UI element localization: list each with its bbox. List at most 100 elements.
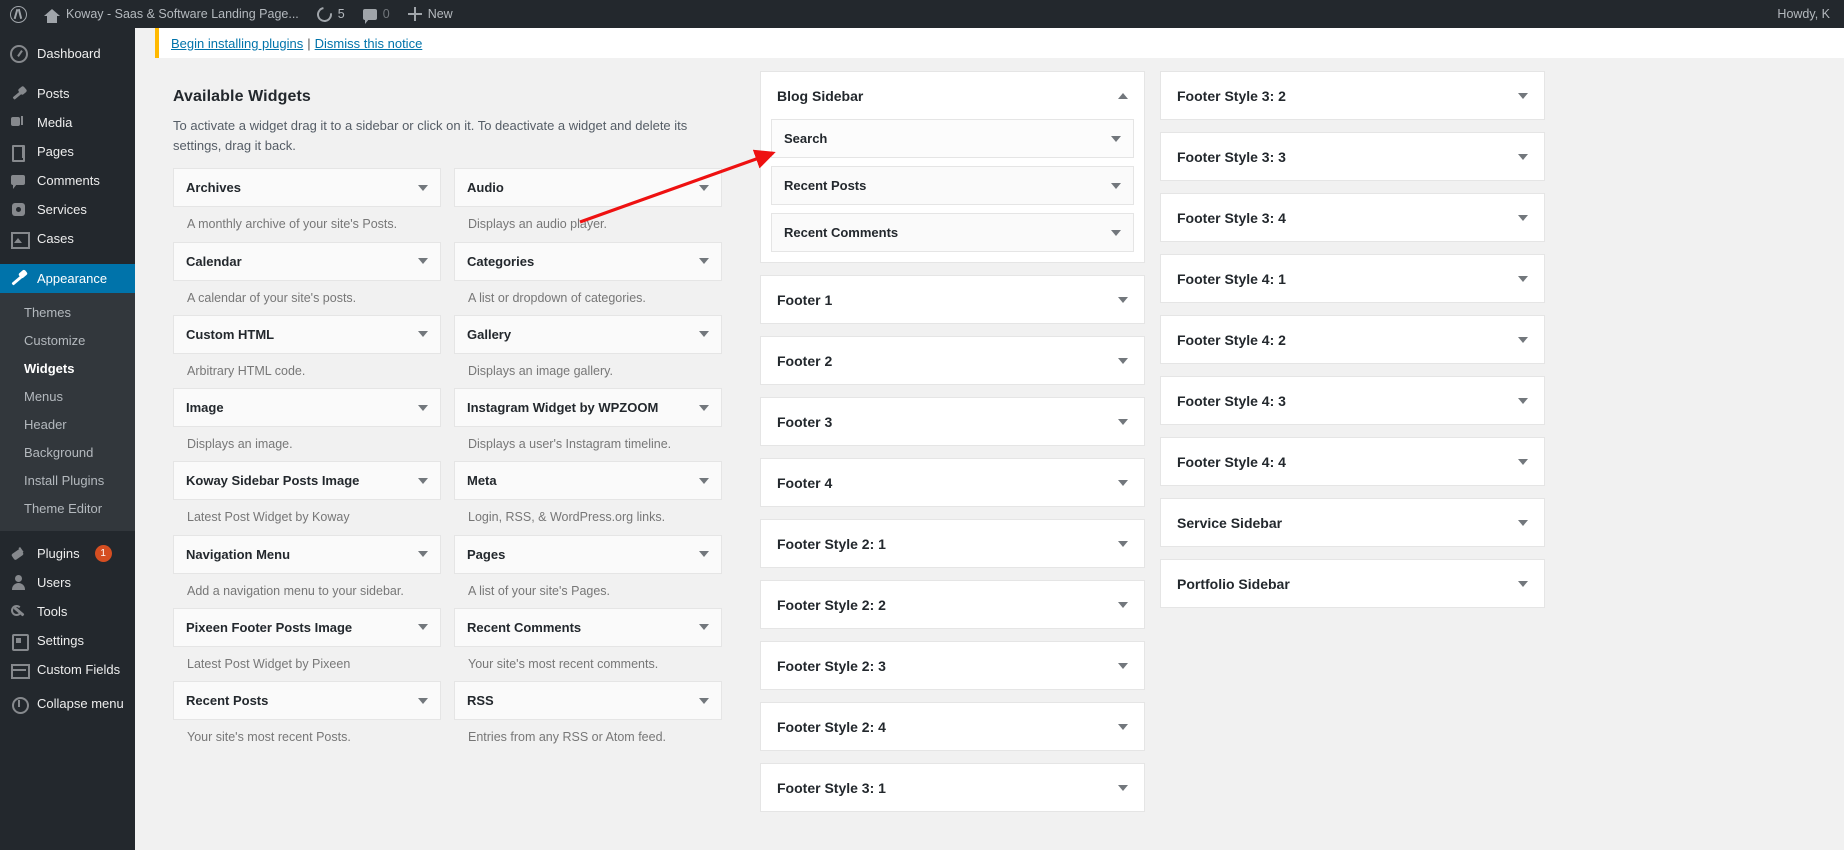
chevron-down-icon[interactable] [418, 404, 428, 411]
sidebar-panel-header[interactable]: Footer 3 [761, 398, 1144, 445]
widget-tile[interactable]: Recent Posts [173, 681, 441, 721]
chevron-down-icon[interactable] [1118, 784, 1128, 791]
widget-tile[interactable]: Pages [454, 534, 722, 574]
widget-tile[interactable]: Meta [454, 461, 722, 501]
sidebar-panel-header[interactable]: Portfolio Sidebar [1161, 560, 1544, 607]
chevron-down-icon[interactable] [1118, 601, 1128, 608]
widget-tile[interactable]: RSS [454, 681, 722, 721]
chevron-down-icon[interactable] [699, 184, 709, 191]
widget-tile[interactable]: Archives [173, 168, 441, 208]
chevron-down-icon[interactable] [1118, 479, 1128, 486]
updates-button[interactable]: 5 [308, 0, 354, 28]
comments-button[interactable]: 0 [354, 0, 399, 28]
widget-tile[interactable]: Custom HTML [173, 314, 441, 354]
chevron-down-icon[interactable] [1111, 135, 1121, 142]
sidebar-item-settings[interactable]: Settings [0, 626, 135, 655]
chevron-down-icon[interactable] [418, 697, 428, 704]
widget-tile[interactable]: Koway Sidebar Posts Image [173, 461, 441, 501]
sidebar-item-appearance[interactable]: Appearance [0, 264, 143, 293]
sidebar-item-tools[interactable]: Tools [0, 597, 135, 626]
chevron-down-icon[interactable] [699, 551, 709, 558]
sidebar-panel-header[interactable]: Footer Style 4: 2 [1161, 316, 1544, 363]
chevron-down-icon[interactable] [1518, 92, 1528, 99]
chevron-down-icon[interactable] [1518, 458, 1528, 465]
widget-tile[interactable]: Categories [454, 241, 722, 281]
wordpress-logo-button[interactable] [0, 0, 35, 28]
submenu-item-theme-editor[interactable]: Theme Editor [0, 495, 135, 523]
chevron-down-icon[interactable] [1111, 229, 1121, 236]
sidebar-item-services[interactable]: Services [0, 195, 135, 224]
chevron-down-icon[interactable] [1518, 153, 1528, 160]
assigned-widget[interactable]: Search [771, 119, 1134, 158]
submenu-item-widgets[interactable]: Widgets [0, 355, 135, 383]
submenu-item-background[interactable]: Background [0, 439, 135, 467]
sidebar-panel-header[interactable]: Footer Style 2: 2 [761, 581, 1144, 628]
assigned-widget[interactable]: Recent Posts [771, 166, 1134, 205]
chevron-down-icon[interactable] [1518, 397, 1528, 404]
sidebar-panel-header[interactable]: Footer Style 3: 2 [1161, 72, 1544, 119]
submenu-item-customize[interactable]: Customize [0, 327, 135, 355]
chevron-down-icon[interactable] [699, 624, 709, 631]
sidebar-item-dashboard[interactable]: Dashboard [0, 39, 135, 68]
submenu-item-install-plugins[interactable]: Install Plugins [0, 467, 135, 495]
sidebar-item-custom-fields[interactable]: Custom Fields [0, 655, 135, 684]
widget-tile[interactable]: Recent Comments [454, 607, 722, 647]
chevron-down-icon[interactable] [1118, 418, 1128, 425]
chevron-down-icon[interactable] [1118, 357, 1128, 364]
new-content-button[interactable]: New [399, 0, 462, 28]
sidebar-item-media[interactable]: Media [0, 108, 135, 137]
sidebar-item-users[interactable]: Users [0, 568, 135, 597]
chevron-down-icon[interactable] [1118, 540, 1128, 547]
assigned-widget[interactable]: Recent Comments [771, 213, 1134, 252]
widget-tile[interactable]: Calendar [173, 241, 441, 281]
sidebar-panel-header[interactable]: Blog Sidebar [761, 72, 1144, 119]
sidebar-panel-header[interactable]: Service Sidebar [1161, 499, 1544, 546]
sidebar-item-collapse-menu[interactable]: Collapse menu [0, 689, 135, 718]
sidebar-panel-header[interactable]: Footer Style 4: 3 [1161, 377, 1544, 424]
sidebar-item-plugins[interactable]: Plugins 1 [0, 539, 135, 568]
chevron-down-icon[interactable] [1518, 580, 1528, 587]
submenu-item-menus[interactable]: Menus [0, 383, 135, 411]
chevron-down-icon[interactable] [699, 331, 709, 338]
sidebar-panel-header[interactable]: Footer Style 4: 4 [1161, 438, 1544, 485]
chevron-down-icon[interactable] [1118, 296, 1128, 303]
sidebar-panel-header[interactable]: Footer Style 2: 4 [761, 703, 1144, 750]
sidebar-item-comments[interactable]: Comments [0, 166, 135, 195]
chevron-down-icon[interactable] [1111, 182, 1121, 189]
sidebar-panel-header[interactable]: Footer Style 2: 3 [761, 642, 1144, 689]
chevron-down-icon[interactable] [1118, 662, 1128, 669]
sidebar-panel-header[interactable]: Footer 2 [761, 337, 1144, 384]
chevron-down-icon[interactable] [418, 624, 428, 631]
submenu-item-header[interactable]: Header [0, 411, 135, 439]
submenu-item-themes[interactable]: Themes [0, 299, 135, 327]
site-name-button[interactable]: Koway - Saas & Software Landing Page... [35, 0, 308, 28]
sidebar-panel-header[interactable]: Footer Style 3: 1 [761, 764, 1144, 811]
chevron-down-icon[interactable] [699, 477, 709, 484]
sidebar-panel-header[interactable]: Footer Style 4: 1 [1161, 255, 1544, 302]
widget-tile[interactable]: Image [173, 388, 441, 428]
chevron-down-icon[interactable] [418, 477, 428, 484]
sidebar-item-posts[interactable]: Posts [0, 79, 135, 108]
chevron-down-icon[interactable] [1518, 519, 1528, 526]
widget-tile[interactable]: Pixeen Footer Posts Image [173, 607, 441, 647]
chevron-down-icon[interactable] [418, 551, 428, 558]
begin-installing-plugins-link[interactable]: Begin installing plugins [171, 36, 303, 51]
chevron-down-icon[interactable] [418, 258, 428, 265]
chevron-down-icon[interactable] [1518, 275, 1528, 282]
chevron-down-icon[interactable] [699, 258, 709, 265]
sidebar-item-pages[interactable]: Pages [0, 137, 135, 166]
widget-tile[interactable]: Navigation Menu [173, 534, 441, 574]
sidebar-panel-header[interactable]: Footer Style 2: 1 [761, 520, 1144, 567]
widget-tile[interactable]: Instagram Widget by WPZOOM [454, 388, 722, 428]
chevron-down-icon[interactable] [1518, 336, 1528, 343]
chevron-down-icon[interactable] [699, 697, 709, 704]
chevron-down-icon[interactable] [1518, 214, 1528, 221]
sidebar-panel-header[interactable]: Footer 4 [761, 459, 1144, 506]
dismiss-notice-link[interactable]: Dismiss this notice [315, 36, 423, 51]
my-account-button[interactable]: Howdy, K [1768, 0, 1844, 28]
sidebar-item-cases[interactable]: Cases [0, 224, 135, 253]
chevron-down-icon[interactable] [1118, 723, 1128, 730]
chevron-down-icon[interactable] [418, 184, 428, 191]
widget-tile[interactable]: Gallery [454, 314, 722, 354]
sidebar-panel-header[interactable]: Footer Style 3: 4 [1161, 194, 1544, 241]
